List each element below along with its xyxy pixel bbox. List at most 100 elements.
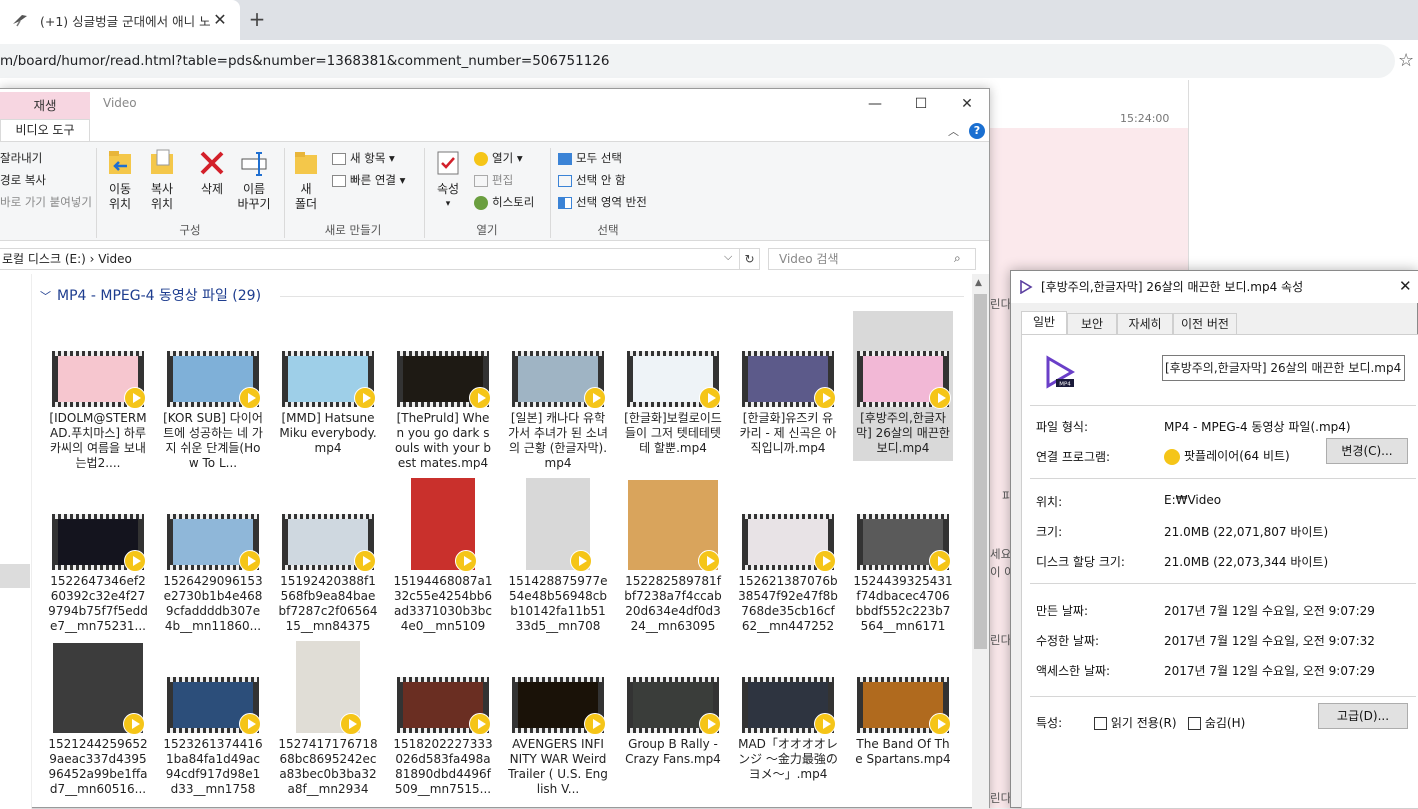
rename-label: 이름 바꾸기 [237,182,271,211]
refresh-icon[interactable]: ↻ [740,248,760,270]
open-button[interactable]: 열기 ▾ [474,150,523,166]
file-item[interactable]: 152621387076b38547f92e47f8b768de35cb16cf… [738,474,838,633]
file-item[interactable]: 1524439325431f74dbacec4706bbdf552c223b75… [853,474,953,633]
file-item[interactable]: [ThePruld] When you go dark souls with y… [393,311,493,470]
cut-button[interactable]: 잘라내기 [0,150,42,166]
search-input[interactable]: Video 검색 [768,248,976,270]
accessed-value: 2017년 7월 12일 수요일, 오전 9:07:29 [1164,664,1375,678]
ribbon-separator [284,148,285,238]
close-window-icon[interactable]: ✕ [944,89,990,119]
file-item[interactable]: 15194468087a132c55e4254bb6ad3371030b3bc4… [393,474,493,633]
file-item[interactable]: [KOR SUB] 다이어트에 성공하는 네 가지 쉬운 단계들(How To … [163,311,263,470]
properties-button[interactable]: 속성 ▾ [428,148,468,212]
video-thumbnail [853,637,953,737]
modified-label: 수정한 날짜: [1036,634,1100,648]
paste-shortcut-button[interactable]: 바로 가기 붙여넣기 [0,194,92,210]
new-item-button[interactable]: 새 항목 ▾ [332,150,395,166]
breadcrumb[interactable]: 로컬 디스크 (E:) › Video [0,248,740,270]
navigation-pane-selected-item[interactable] [0,564,30,588]
search-icon[interactable]: ⌕ [954,251,961,266]
file-name: 152282589781fbf7238a7f4ccab20d634e4df0d3… [624,574,722,633]
explorer-title-bar [0,89,989,119]
file-item[interactable]: [MMD] Hatsune Miku everybody.mp4 [278,311,378,461]
new-tab-icon[interactable]: + [246,8,268,30]
scroll-up-icon[interactable]: ▲ [975,278,982,288]
size-label: 크기: [1036,525,1063,539]
star-icon[interactable]: ☆ [1398,49,1418,73]
file-item[interactable]: 15212442596529aeac337d439596452a99be1ffa… [48,637,148,796]
delete-button[interactable]: 삭제 [194,148,230,197]
video-thumbnail [163,474,263,574]
edit-label: 편집 [492,173,514,187]
minimize-icon[interactable]: — [852,89,898,119]
maximize-icon[interactable]: ☐ [898,89,944,119]
move-to-button[interactable]: 이동 위치 [100,148,140,212]
file-name: MAD「オオオオレンジ ～金力最強のヨメ～」.mp4 [738,737,838,781]
browser-tab[interactable]: (+1) 싱글벙글 군대에서 애니 노 [0,0,240,40]
file-item[interactable]: 15192420388f1568fb9ea84baebf7287c2f06564… [278,474,378,633]
file-item[interactable]: 152741717671868bc8695242eca83bec0b3ba32a… [278,637,378,796]
file-name: 1526429096153e2730b1b4e4689cfaddddb307e4… [163,574,263,633]
tab-security[interactable]: 보안 [1067,313,1117,334]
file-item[interactable]: [IDOLM@STERMAD.푸치마스] 하루카씨의 여름을 보내는법2.... [48,311,148,470]
hidden-option[interactable]: 숨김(H) [1188,714,1245,731]
new-folder-button[interactable]: 새 폴더 [288,148,324,212]
close-tab-icon[interactable]: ✕ [210,10,230,30]
file-item[interactable]: AVENGERS INFINITY WAR Weird Trailer ( U.… [508,637,608,796]
readonly-option[interactable]: 읽기 전용(R) [1094,714,1177,731]
play-badge-icon [124,387,146,409]
file-item[interactable]: 1526429096153e2730b1b4e4689cfaddddb307e4… [163,474,263,633]
file-item[interactable]: [한글화]유즈키 유카리 - 제 신곡은 아직입니까.mp4 [738,311,838,461]
easy-access-button[interactable]: 빠른 연결 ▾ [332,172,405,188]
copy-to-button[interactable]: 복사 위치 [142,148,182,212]
group-header[interactable]: ﹀ MP4 - MPEG-4 동영상 파일 (29) [40,285,261,305]
history-button[interactable]: 히스토리 [474,194,534,210]
video-thumbnail [623,311,723,411]
file-item[interactable]: 1522647346ef260392c32e4f279794b75f7f5edd… [48,474,148,633]
ribbon-tab-video-tools[interactable]: 비디오 도구 [0,119,90,141]
readonly-checkbox[interactable] [1094,717,1107,730]
edit-button[interactable]: 편집 [474,172,513,188]
file-name: 1518202227333026d583fa498a81890dbd4496f5… [393,737,493,796]
file-item[interactable]: Group B Rally - Crazy Fans.mp4 [623,637,723,787]
file-item[interactable]: [일본] 캐나다 유학가서 추녀가 된 소녀의 근황 (한글자막).mp4 [508,311,608,470]
file-item[interactable]: 151428875977e54e48b56948cbb10142fa11b513… [508,474,608,633]
file-item[interactable]: The Band Of The Spartans.mp4 [853,637,953,787]
ribbon-collapse-icon[interactable]: ︿ [948,123,959,139]
video-thumbnail [163,637,263,737]
invert-selection-icon [558,196,572,209]
page-timestamp: 15:24:00 [1120,112,1170,125]
file-item[interactable]: [한글화]보컬로이드들이 그저 텟테테텟테 할뿐.mp4 [623,311,723,461]
file-item[interactable]: 152282589781fbf7238a7f4ccab20d634e4df0d3… [623,474,723,633]
group-label-open: 열기 [476,223,498,237]
easy-access-icon [332,174,346,187]
context-tab-play[interactable]: 재생 [0,92,90,119]
scrollbar-thumb[interactable] [974,294,987,649]
address-bar[interactable]: m/board/humor/read.html?table=pds&number… [0,44,1395,78]
advanced-button[interactable]: 고급(D)... [1318,703,1408,729]
change-button[interactable]: 변경(C)... [1326,438,1408,464]
tab-previous-versions[interactable]: 이전 버전 [1173,313,1237,334]
history-icon [474,195,488,210]
filename-field[interactable]: [후방주의,한글자막] 26살의 매끈한 보디.mp4 [1162,355,1405,381]
invert-selection-button[interactable]: 선택 영역 반전 [558,194,647,210]
tab-details[interactable]: 자세히 [1117,313,1173,334]
hidden-checkbox[interactable] [1188,717,1201,730]
video-thumbnail [278,311,378,411]
file-item[interactable]: [후방주의,한글자막] 26살의 매끈한 보디.mp4 [853,311,953,461]
close-dialog-icon[interactable]: ✕ [1399,277,1412,295]
group-label-new: 새로 만들기 [324,223,382,237]
select-all-button[interactable]: 모두 선택 [558,150,622,166]
file-item[interactable]: 1518202227333026d583fa498a81890dbd4496f5… [393,637,493,796]
file-item[interactable]: 15232613744161ba84fa1d49ac94cdf917d98e1d… [163,637,263,796]
breadcrumb-dropdown-icon[interactable]: ⌵ [724,250,732,264]
play-badge-icon [239,550,261,572]
help-icon[interactable]: ? [969,123,985,139]
tab-general[interactable]: 일반 [1021,311,1067,335]
rename-button[interactable]: 이름 바꾸기 [234,148,274,212]
file-item[interactable]: MAD「オオオオレンジ ～金力最強のヨメ～」.mp4 [738,637,838,787]
copy-path-button[interactable]: 경로 복사 [0,172,46,188]
file-name: 15194468087a132c55e4254bb6ad3371030b3bc4… [393,574,493,633]
edit-icon [474,174,488,187]
select-none-button[interactable]: 선택 안 함 [558,172,626,188]
